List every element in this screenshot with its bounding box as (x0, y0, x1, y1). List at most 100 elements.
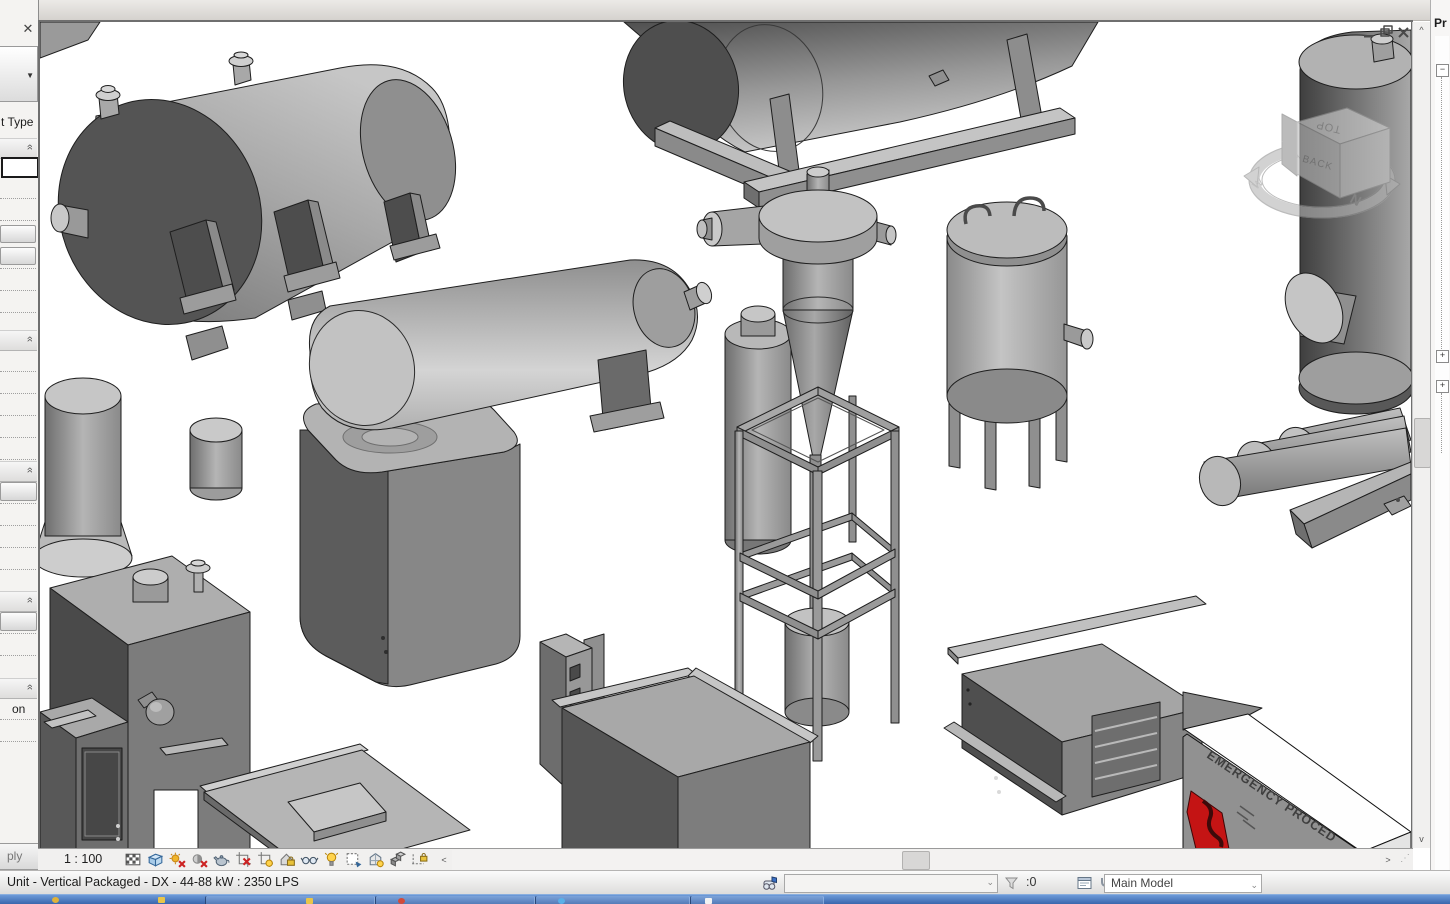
collapse-icon: » (24, 336, 36, 342)
row-divider (0, 525, 36, 526)
scroll-down-icon[interactable]: v (1413, 831, 1430, 848)
crop-view-off-icon[interactable] (234, 850, 253, 869)
project-browser-title-fragment: Pr (1434, 16, 1447, 30)
tank-on-legs[interactable] (947, 198, 1093, 490)
parameter-value-button[interactable] (0, 482, 37, 501)
3d-view-canvas[interactable]: N W TOP BACK RIGHT (40, 22, 1411, 848)
edit-type-button-fragment[interactable]: t Type (1, 115, 37, 129)
filter-icon[interactable] (1003, 874, 1022, 892)
resize-grip-icon[interactable]: ⋰ (1400, 852, 1412, 866)
row-divider (0, 459, 36, 460)
vertical-tank-top-right[interactable] (1274, 30, 1411, 414)
equipment-fragment-top-left[interactable] (40, 22, 100, 58)
row-divider (0, 633, 36, 634)
detail-level-icon[interactable] (124, 850, 143, 869)
row-divider (0, 290, 36, 291)
show-rendering-dialog-icon[interactable] (212, 850, 231, 869)
parameter-group-header[interactable]: » (0, 138, 37, 159)
pipe-bundle[interactable] (1193, 408, 1411, 548)
status-bar: Unit - Vertical Packaged - DX - 44-88 kW… (0, 870, 1450, 895)
scroll-left-icon[interactable]: < (436, 850, 452, 870)
row-divider (0, 741, 36, 742)
type-selector-dropdown[interactable]: ▼ (0, 46, 38, 102)
shadows-off-icon[interactable] (190, 850, 209, 869)
row-divider (0, 220, 36, 221)
rounded-cube-unit[interactable] (300, 396, 520, 687)
ribbon-bottom-strip (38, 0, 1450, 21)
horizontal-tank-top-center[interactable] (610, 22, 1098, 208)
app-icon (52, 897, 59, 903)
temporary-view-properties-icon[interactable] (344, 850, 363, 869)
folder-icon (306, 898, 313, 904)
browser-tree[interactable]: − + + (1435, 36, 1449, 870)
parameter-value-button[interactable] (0, 225, 36, 243)
tree-expand-icon[interactable]: + (1436, 350, 1449, 363)
scroll-right-icon[interactable]: > (1380, 850, 1396, 870)
small-cylinder[interactable] (190, 418, 242, 500)
horizontal-scrollbar-thumb[interactable] (902, 851, 930, 870)
row-divider (0, 569, 36, 570)
scroll-up-icon[interactable]: ^ (1413, 22, 1430, 39)
row-divider (0, 371, 36, 372)
collapse-icon: » (24, 144, 36, 150)
show-crop-region-icon[interactable] (256, 850, 275, 869)
locked-3d-view-icon[interactable] (278, 850, 297, 869)
reveal-constraints-icon[interactable] (410, 850, 429, 869)
row-divider (0, 268, 36, 269)
design-options-selector[interactable]: Main Model ⌄ (1104, 874, 1262, 893)
filter-count-label: :0 (1026, 875, 1036, 889)
temporary-hide-isolate-icon[interactable] (300, 850, 319, 869)
close-icon[interactable]: ✕ (20, 21, 36, 37)
base-box-center[interactable] (552, 668, 818, 848)
cyclone-assembly[interactable] (697, 167, 899, 761)
cabinet-box[interactable] (40, 698, 128, 848)
chevron-down-icon: ⌄ (1250, 877, 1258, 894)
workset-selector[interactable]: ⌄ (784, 874, 998, 893)
parameter-value-field[interactable] (1, 157, 39, 178)
vertical-scrollbar-thumb[interactable] (1414, 418, 1431, 468)
show-analytical-model-icon[interactable] (366, 850, 385, 869)
tree-collapse-icon[interactable]: − (1436, 64, 1449, 77)
row-divider (0, 415, 36, 416)
model-scene: N W TOP BACK RIGHT (40, 22, 1411, 848)
row-divider (0, 719, 36, 720)
parameter-value-button[interactable] (0, 247, 36, 265)
vertical-tank-left[interactable] (40, 378, 132, 577)
parameter-value-fragment: on (12, 702, 25, 716)
row-divider (0, 547, 36, 548)
tree-guide-line (1441, 77, 1442, 349)
horizontal-cylinder-mid-left[interactable] (295, 260, 715, 439)
collapse-icon: » (24, 684, 36, 690)
highlight-displacement-sets-icon[interactable] (388, 850, 407, 869)
parameter-group-header[interactable]: » (0, 591, 37, 612)
parameter-group-header[interactable]: » (0, 330, 37, 351)
view-scale-button[interactable]: 1 : 100 (64, 852, 102, 866)
app-icon (398, 898, 405, 904)
tree-expand-icon[interactable]: + (1436, 380, 1449, 393)
row-divider (0, 503, 36, 504)
row-divider (0, 198, 36, 199)
sun-path-off-icon[interactable] (168, 850, 187, 869)
parameter-group-header[interactable]: » (0, 678, 37, 699)
visual-style-icon[interactable] (146, 850, 165, 869)
horizontal-scrollbar[interactable]: < > (436, 850, 1396, 870)
louver-box[interactable] (944, 596, 1206, 815)
view-control-bar: 1 : 100 < > ⋰ (38, 848, 1413, 871)
row-divider (0, 312, 36, 313)
worksets-icon[interactable] (761, 874, 780, 892)
vertical-scrollbar[interactable]: ^ v (1412, 22, 1430, 848)
app-icon (558, 898, 565, 904)
parameter-group-header[interactable]: » (0, 461, 37, 482)
minimize-icon[interactable] (1364, 35, 1373, 38)
folder-icon (158, 897, 165, 903)
row-divider (0, 437, 36, 438)
chevron-down-icon: ▼ (26, 71, 34, 80)
design-options-value: Main Model (1111, 876, 1173, 890)
editable-only-icon[interactable] (1075, 874, 1094, 892)
row-divider (0, 655, 36, 656)
reveal-hidden-elements-icon[interactable] (322, 850, 341, 869)
parameter-value-button[interactable] (0, 612, 37, 631)
emergency-sign-board[interactable]: EMERGENCY PROCED (1183, 692, 1411, 848)
selection-status-text: Unit - Vertical Packaged - DX - 44-88 kW… (7, 875, 299, 889)
app-icon (705, 898, 712, 904)
